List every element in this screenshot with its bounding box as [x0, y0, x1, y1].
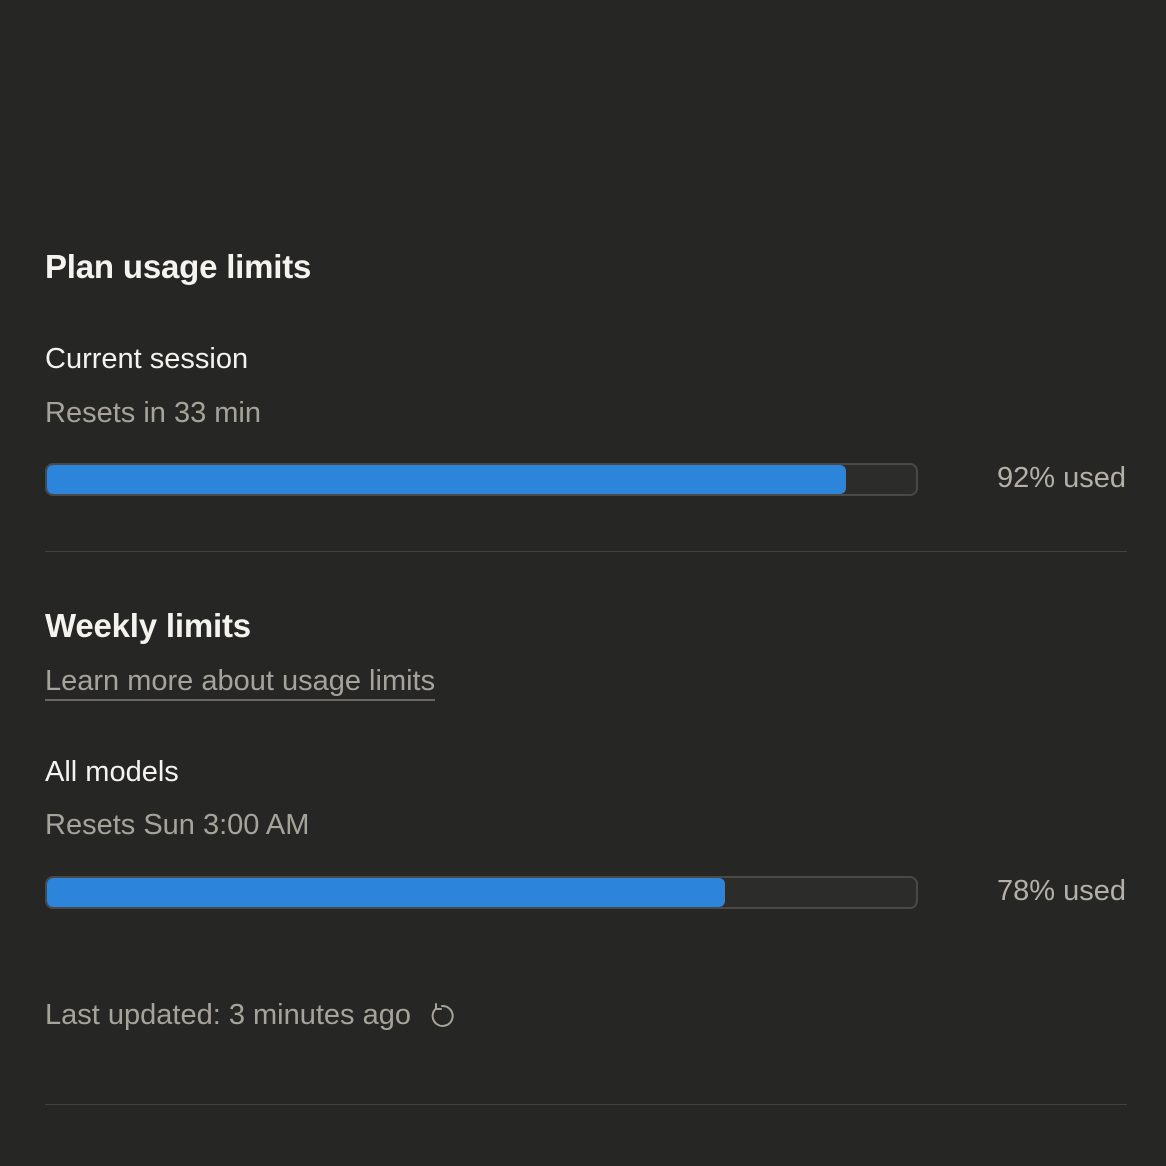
- bottom-divider: [45, 1104, 1127, 1105]
- current-session-progress-fill: [47, 465, 847, 494]
- current-session-progress-bar: [45, 463, 918, 496]
- all-models-label: All models: [45, 756, 179, 788]
- plan-usage-title: Plan usage limits: [45, 248, 312, 285]
- current-session-used-label: 92% used: [997, 462, 1126, 494]
- last-updated-row: Last updated: 3 minutes ago: [45, 999, 457, 1032]
- weekly-limits-title: Weekly limits: [45, 607, 251, 644]
- last-updated-text: Last updated: 3 minutes ago: [45, 999, 411, 1031]
- all-models-progress-fill: [47, 878, 725, 907]
- refresh-icon[interactable]: [427, 1001, 457, 1031]
- learn-more-usage-limits-link[interactable]: Learn more about usage limits: [45, 665, 436, 701]
- section-divider: [45, 551, 1127, 552]
- all-models-used-label: 78% used: [997, 875, 1126, 907]
- all-models-reset-text: Resets Sun 3:00 AM: [45, 809, 310, 841]
- current-session-label: Current session: [45, 343, 249, 375]
- usage-settings-panel: Plan usage limits Current session Resets…: [0, 0, 1166, 1166]
- current-session-reset-text: Resets in 33 min: [45, 397, 261, 429]
- all-models-progress-bar: [45, 876, 918, 909]
